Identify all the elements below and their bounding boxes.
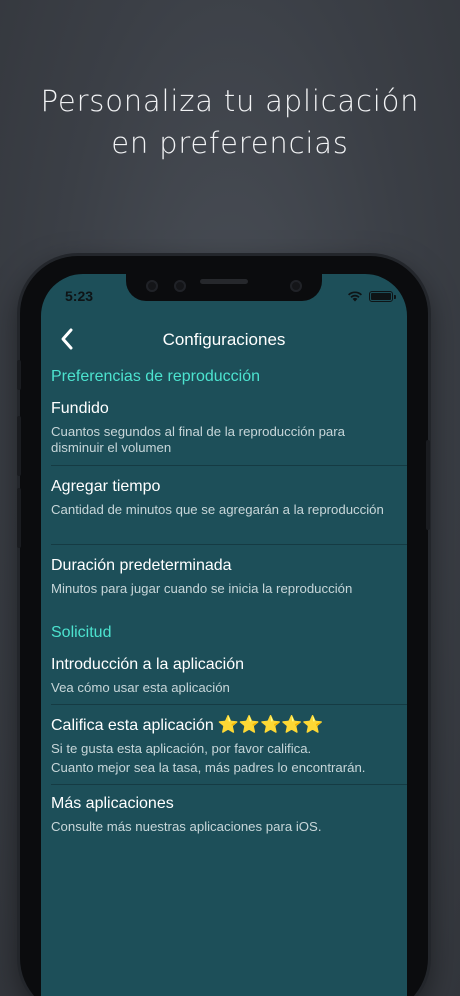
row-title: Califica esta aplicación ⭐⭐⭐⭐⭐ xyxy=(51,715,324,735)
row-title: Más aplicaciones xyxy=(51,795,174,812)
phone-side-button-mute xyxy=(17,360,21,390)
settings-row-rate-app[interactable]: Califica esta aplicación ⭐⭐⭐⭐⭐ Si te gust… xyxy=(41,705,407,785)
row-description: Minutos para jugar cuando se inicia la r… xyxy=(51,581,353,596)
settings-row-more-apps[interactable]: Más aplicaciones Consulte más nuestras a… xyxy=(41,785,407,845)
headline-line-2: en preferencias xyxy=(111,126,349,160)
settings-row-fade[interactable]: Fundido Cuantos segundos al final de la … xyxy=(41,394,407,466)
row-description-2: Cuanto mejor sea la tasa, más padres lo … xyxy=(51,760,366,775)
speaker-grille xyxy=(200,279,248,284)
navigation-bar: Configuraciones xyxy=(41,320,407,360)
row-description: Vea cómo usar esta aplicación xyxy=(51,680,230,695)
camera-icon xyxy=(146,280,158,292)
settings-row-app-intro[interactable]: Introducción a la aplicación Vea cómo us… xyxy=(41,650,407,706)
status-icons xyxy=(347,290,396,302)
row-title: Duración predeterminada xyxy=(51,557,232,574)
row-description: Consulte más nuestras aplicaciones para … xyxy=(51,819,322,834)
phone-side-button-power xyxy=(426,440,430,530)
row-description: Cuantos segundos al final de la reproduc… xyxy=(51,424,345,455)
section-header-playback: Preferencias de reproducción xyxy=(51,368,261,385)
settings-row-add-time[interactable]: Agregar tiempo Cantidad de minutos que s… xyxy=(41,466,407,545)
phone-side-button-volume-up xyxy=(17,416,21,476)
battery-icon xyxy=(369,290,396,302)
status-time: 5:23 xyxy=(65,288,94,304)
row-description: Si te gusta esta aplicación, por favor c… xyxy=(51,741,312,756)
settings-row-default-duration[interactable]: Duración predeterminada Minutos para jug… xyxy=(41,545,407,605)
face-sensor-icon xyxy=(174,280,186,292)
row-description: Cantidad de minutos que se agregarán a l… xyxy=(51,502,384,517)
section-header-app: Solicitud xyxy=(51,624,112,641)
row-title: Introducción a la aplicación xyxy=(51,656,245,673)
phone-notch xyxy=(126,274,322,301)
phone-screen: 5:23 Configuraciones Preferencias de rep… xyxy=(41,274,407,996)
marketing-headline: Personaliza tu aplicación en preferencia… xyxy=(0,80,460,164)
rate-app-label: Califica esta aplicación xyxy=(51,717,214,734)
nav-title: Configuraciones xyxy=(162,330,286,349)
front-camera-icon xyxy=(290,280,302,292)
five-stars-icon: ⭐⭐⭐⭐⭐ xyxy=(217,715,324,734)
wifi-icon xyxy=(348,291,362,302)
headline-line-1: Personaliza tu aplicación xyxy=(40,84,420,118)
phone-side-button-volume-down xyxy=(17,488,21,548)
row-title: Agregar tiempo xyxy=(51,478,161,495)
row-title: Fundido xyxy=(51,400,109,417)
